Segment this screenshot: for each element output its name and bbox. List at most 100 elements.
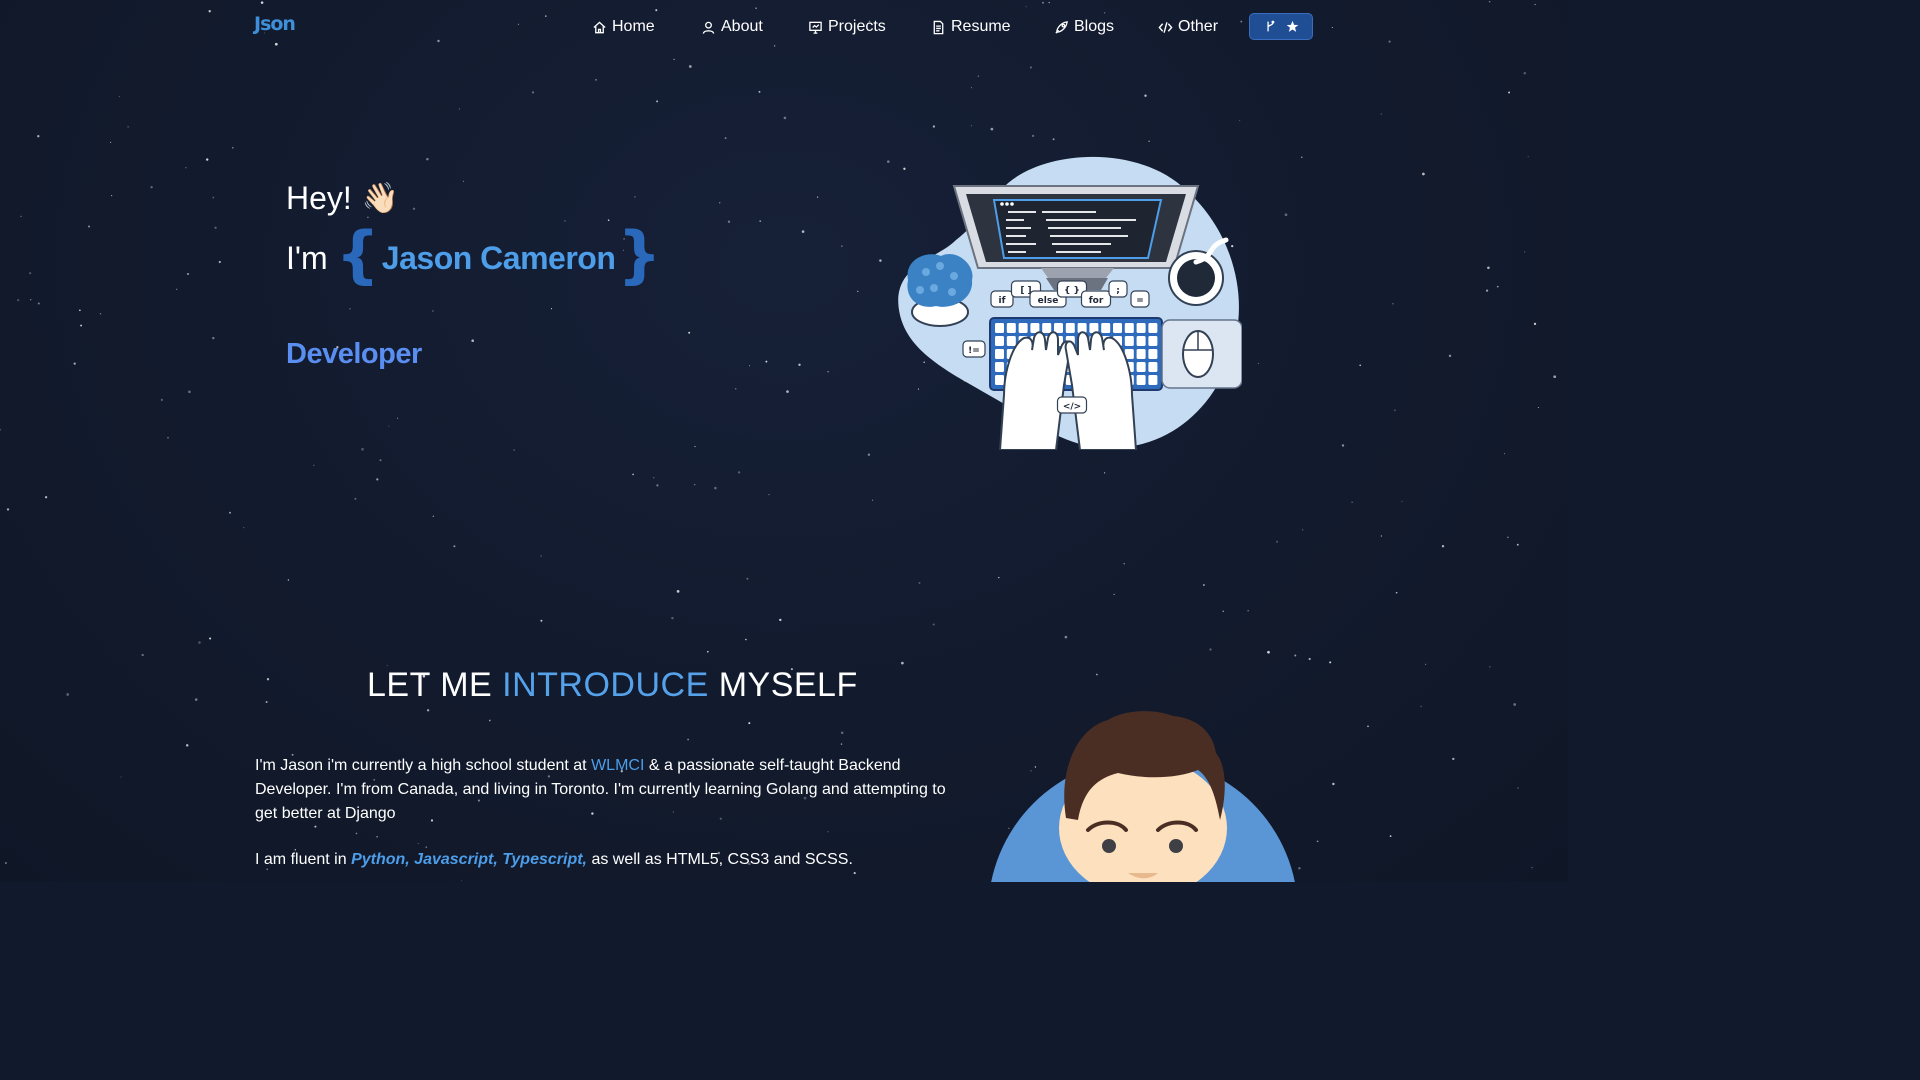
star (461, 880, 463, 882)
star (1148, 140, 1150, 142)
star (1420, 705, 1422, 707)
star (801, 230, 805, 233)
star (397, 417, 399, 419)
star (66, 693, 70, 696)
nav-other[interactable]: Other (1158, 15, 1218, 39)
star (1380, 535, 1382, 537)
keyboard-key (1148, 336, 1158, 346)
star (232, 146, 234, 149)
star (1452, 757, 1455, 761)
star (1332, 782, 1335, 786)
portfolio-page: Json Home About Projects Resume Blogs Ot… (0, 0, 1568, 882)
star (376, 478, 379, 481)
keyboard-key (1042, 323, 1052, 333)
star (1392, 303, 1394, 305)
star (1294, 654, 1297, 657)
star (688, 331, 691, 334)
star (853, 872, 856, 875)
keyboard-key (1018, 323, 1028, 333)
star (687, 738, 690, 741)
star (779, 618, 782, 622)
star (827, 371, 829, 373)
star (1222, 610, 1224, 612)
star (1531, 866, 1533, 869)
star (768, 494, 770, 496)
star (99, 312, 102, 315)
star (1503, 453, 1506, 455)
star (758, 90, 761, 93)
close-brace: } (617, 218, 662, 291)
code-bubble-label: </> (1063, 402, 1081, 412)
nav-resume[interactable]: Resume (931, 15, 1011, 39)
star (185, 166, 187, 169)
nav-other-label: Other (1178, 18, 1219, 35)
intro-prefix: I'm (286, 239, 328, 276)
nav-home[interactable]: Home (592, 15, 655, 39)
star (765, 360, 768, 363)
star (540, 619, 543, 622)
nav-projects[interactable]: Projects (808, 15, 886, 39)
nav-about-label: About (721, 18, 763, 35)
star (88, 225, 90, 228)
star (1308, 657, 1311, 661)
git-fork-icon (1266, 20, 1274, 32)
navbar: Json Home About Projects Resume Blogs Ot… (0, 0, 1568, 54)
star (349, 308, 351, 310)
star (361, 447, 364, 451)
star (734, 387, 737, 390)
star (1064, 635, 1068, 639)
keyboard-key (1124, 336, 1134, 346)
rocket-icon (1055, 20, 1068, 34)
star (607, 219, 610, 221)
star (918, 581, 921, 584)
hero-name: Jason Cameron (381, 239, 616, 276)
star (185, 744, 189, 747)
star (266, 678, 270, 681)
star (1329, 661, 1332, 664)
star (44, 496, 48, 499)
laptop-hinge (1041, 268, 1114, 278)
star (840, 743, 843, 745)
keyboard-key (1065, 323, 1075, 333)
star (187, 273, 189, 275)
keyboard-key (995, 349, 1004, 359)
star (1496, 285, 1499, 288)
code-bubble-label: { } (1064, 286, 1080, 296)
star (1448, 354, 1452, 358)
star (354, 497, 357, 500)
star (970, 87, 973, 89)
star (652, 477, 655, 479)
star (453, 545, 456, 548)
star (198, 641, 201, 644)
star (110, 194, 113, 197)
star (1533, 322, 1537, 326)
avatar-right-eye (1169, 839, 1183, 853)
github-fork-star-button[interactable] (1249, 13, 1313, 40)
star (901, 661, 904, 665)
star (1367, 725, 1369, 728)
star (1247, 610, 1249, 612)
star (1527, 156, 1529, 158)
star (857, 290, 859, 293)
star (1422, 172, 1425, 176)
star (786, 390, 789, 393)
nav-about[interactable]: About (701, 15, 763, 39)
star (634, 196, 636, 198)
intro-p2-before: I am fluent in (255, 851, 347, 868)
star (1302, 529, 1304, 531)
logo[interactable]: Json (254, 13, 296, 35)
star (719, 202, 721, 204)
star (1341, 444, 1345, 447)
star (1553, 375, 1557, 379)
star (840, 731, 844, 734)
keyboard-key (995, 336, 1004, 346)
star (932, 623, 935, 626)
star (724, 137, 727, 140)
keyboard-key (995, 375, 1004, 385)
nav-blogs[interactable]: Blogs (1054, 15, 1114, 39)
star (1389, 835, 1392, 837)
star (488, 719, 491, 722)
avatar (991, 711, 1295, 882)
star (243, 527, 245, 529)
wlmci-link[interactable]: WLMCI (591, 757, 644, 774)
